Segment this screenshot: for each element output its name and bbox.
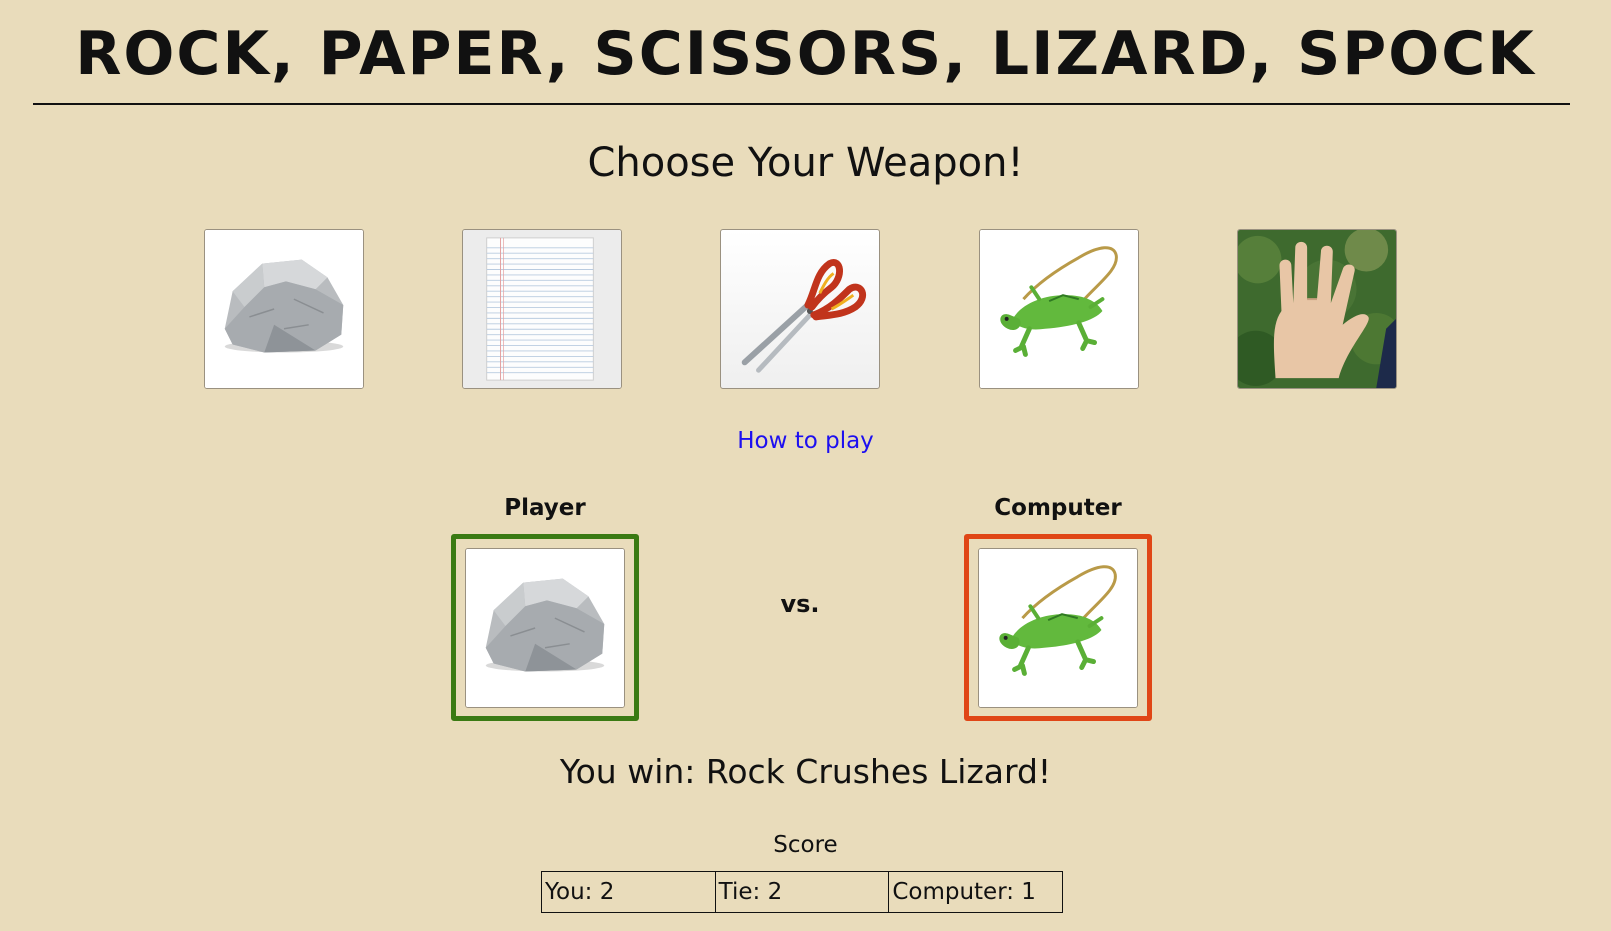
player-choice-frame: [451, 534, 639, 721]
page-title: ROCK, PAPER, SCISSORS, LIZARD, SPOCK: [75, 19, 1536, 89]
player-label: Player: [504, 495, 586, 521]
paper-icon: [463, 230, 621, 388]
score-caption: Score: [773, 832, 838, 858]
how-to-play-link[interactable]: How to play: [0, 428, 1611, 454]
score-computer: Computer: 1: [888, 871, 1063, 913]
score-you: You: 2: [541, 871, 716, 913]
weapon-rock-button[interactable]: [204, 229, 364, 389]
weapon-lizard-button[interactable]: [979, 229, 1139, 389]
round-result: You win: Rock Crushes Lizard!: [559, 752, 1052, 791]
scissors-icon: [741, 259, 867, 373]
weapon-scissors-button[interactable]: [720, 229, 880, 389]
lizard-icon: [979, 549, 1137, 707]
weapon-paper-button[interactable]: [462, 229, 622, 389]
title-divider: [33, 103, 1570, 105]
computer-label: Computer: [994, 495, 1122, 521]
computer-choice-frame: [964, 534, 1152, 721]
computer-choice-lizard: [978, 548, 1138, 708]
lizard-icon: [980, 230, 1138, 388]
rock-icon: [466, 549, 624, 707]
weapon-spock-button[interactable]: [1237, 229, 1397, 389]
score-tie: Tie: 2: [714, 871, 890, 913]
how-to-play-link-text[interactable]: How to play: [737, 428, 874, 454]
score-row: You: 2 Tie: 2 Computer: 1: [541, 871, 1063, 913]
player-choice-rock: [465, 548, 625, 708]
rock-icon: [205, 230, 363, 388]
choose-weapon-heading: Choose Your Weapon!: [587, 140, 1024, 186]
score-table: You: 2 Tie: 2 Computer: 1: [541, 871, 1063, 913]
versus-label: vs.: [780, 590, 820, 618]
weapon-choices: [0, 229, 1611, 393]
spock-hand-icon: [1238, 230, 1396, 388]
